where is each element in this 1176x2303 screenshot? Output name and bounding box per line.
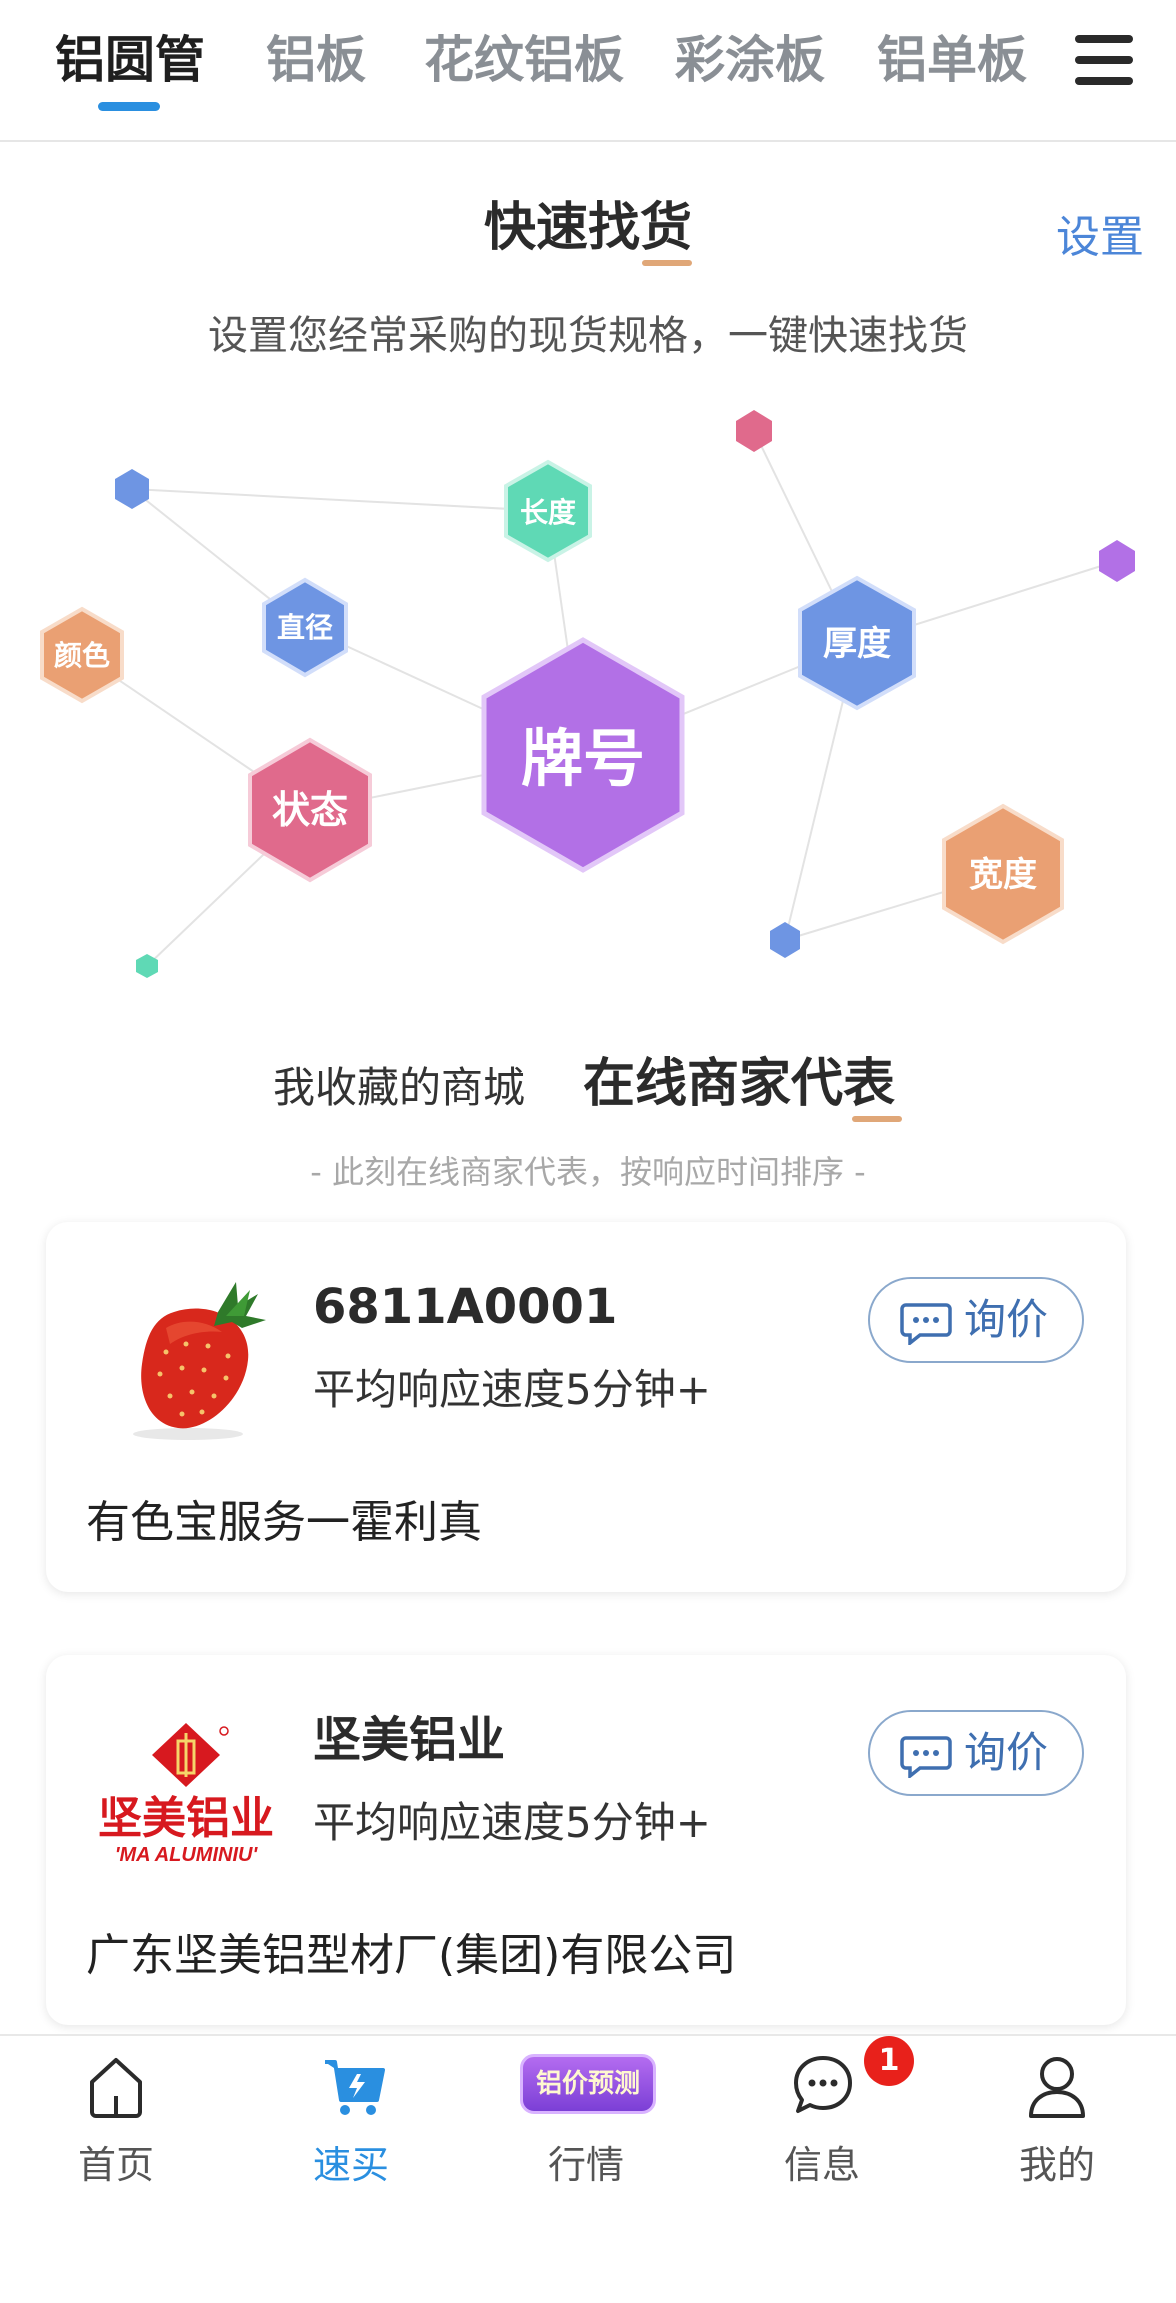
nav-profile[interactable]: 我的 (977, 2054, 1137, 2214)
hex-label-length: 长度 (520, 497, 576, 528)
quick-find-settings-link[interactable]: 设置 (1056, 210, 1144, 266)
logo-text-cn: 坚美铝业 (98, 1794, 274, 1843)
category-tabs: 铝圆管 铝板 花纹铝板 彩涂板 铝单板 (0, 0, 1176, 142)
cart-icon (321, 2054, 385, 2120)
decor-hex (1099, 540, 1135, 582)
merchant-card[interactable]: 6811A0001 平均响应速度5分钟+ 有色宝服务一霍利真 询价 (46, 1222, 1126, 1592)
merchant-name: 6811A0001 (313, 1279, 618, 1335)
section-subtitle: - 此刻在线商家代表，按响应时间排序 - (310, 1153, 866, 1191)
nav-home-label: 首页 (77, 2143, 154, 2187)
inquiry-button[interactable]: 询价 (868, 1277, 1084, 1363)
hamburger-menu-icon[interactable] (1075, 35, 1133, 85)
chat-bubble-icon (900, 1734, 952, 1780)
hex-label-color: 颜色 (54, 639, 110, 671)
active-tab-indicator (98, 102, 160, 111)
tab-color-coated-plate[interactable]: 彩涂板 (675, 30, 825, 90)
hex-label-thickness: 厚度 (823, 625, 891, 663)
decor-hex (115, 469, 149, 509)
bottom-navigation: 首页 速买 行情 铝价预测 信息 我的 (0, 2034, 1176, 2303)
hex-label-grade: 牌号 (521, 725, 645, 794)
inquiry-label: 询价 (964, 1295, 1049, 1344)
strawberry-avatar (86, 1272, 286, 1442)
merchant-card[interactable]: 坚美铝业 'MA ALUMINIU' 坚美铝业 平均响应速度5分钟+ 广东坚美铝… (46, 1655, 1126, 2025)
nav-messages-label: 信息 (783, 2143, 860, 2187)
chat-bubble-icon (900, 1301, 952, 1347)
nav-quick-buy-label: 速买 (312, 2143, 389, 2187)
inquiry-label: 询价 (964, 1728, 1049, 1777)
merchant-response-speed: 平均响应速度5分钟+ (313, 1798, 711, 1847)
quick-find-title: 快速找货 (483, 198, 692, 258)
tab-favorite-malls[interactable]: 我收藏的商城 (273, 1060, 525, 1116)
merchant-company: 有色宝服务一霍利真 (86, 1497, 482, 1548)
tab-patterned-aluminum-plate[interactable]: 花纹铝板 (424, 30, 624, 90)
merchant-response-speed: 平均响应速度5分钟+ (313, 1365, 711, 1414)
decor-hex (736, 410, 772, 452)
home-icon (86, 2054, 146, 2120)
tab-aluminum-single-plate[interactable]: 铝单板 (877, 30, 1027, 90)
merchant-company: 广东坚美铝型材厂(集团)有限公司 (86, 1930, 737, 1981)
hex-label-status: 状态 (272, 790, 348, 832)
tab-aluminum-plate[interactable]: 铝板 (266, 30, 366, 90)
price-forecast-badge[interactable]: 铝价预测 (520, 2054, 656, 2114)
jianmei-logo: 坚美铝业 'MA ALUMINIU' (86, 1705, 286, 1875)
tab-online-merchants[interactable]: 在线商家代表 (583, 1052, 895, 1116)
title-underline (642, 260, 692, 266)
nav-market-label: 行情 (547, 2143, 624, 2187)
quick-find-description: 设置您经常采购的现货规格，一键快速找货 (208, 313, 968, 359)
forecast-badge-label: 铝价预测 (535, 2069, 640, 2099)
nav-home[interactable]: 首页 (36, 2054, 196, 2214)
chat-icon (792, 2054, 852, 2120)
user-icon (1027, 2054, 1087, 2120)
merchant-name: 坚美铝业 (313, 1712, 506, 1768)
tab-aluminum-round-tube[interactable]: 铝圆管 (55, 30, 205, 90)
logo-text-en: 'MA ALUMINIU' (115, 1844, 259, 1866)
inquiry-button[interactable]: 询价 (868, 1710, 1084, 1796)
hex-label-width: 宽度 (969, 855, 1037, 894)
nav-quick-buy[interactable]: 速买 (271, 2054, 431, 2214)
decor-hex (770, 922, 800, 958)
spec-network-graphic: 长度 直径 颜色 牌号 状态 厚度 宽度 (0, 400, 1176, 1000)
hex-label-diameter: 直径 (277, 612, 333, 643)
nav-profile-label: 我的 (1018, 2143, 1095, 2187)
section-tab-underline (852, 1116, 902, 1122)
unread-count-badge: 1 (864, 2036, 914, 2086)
